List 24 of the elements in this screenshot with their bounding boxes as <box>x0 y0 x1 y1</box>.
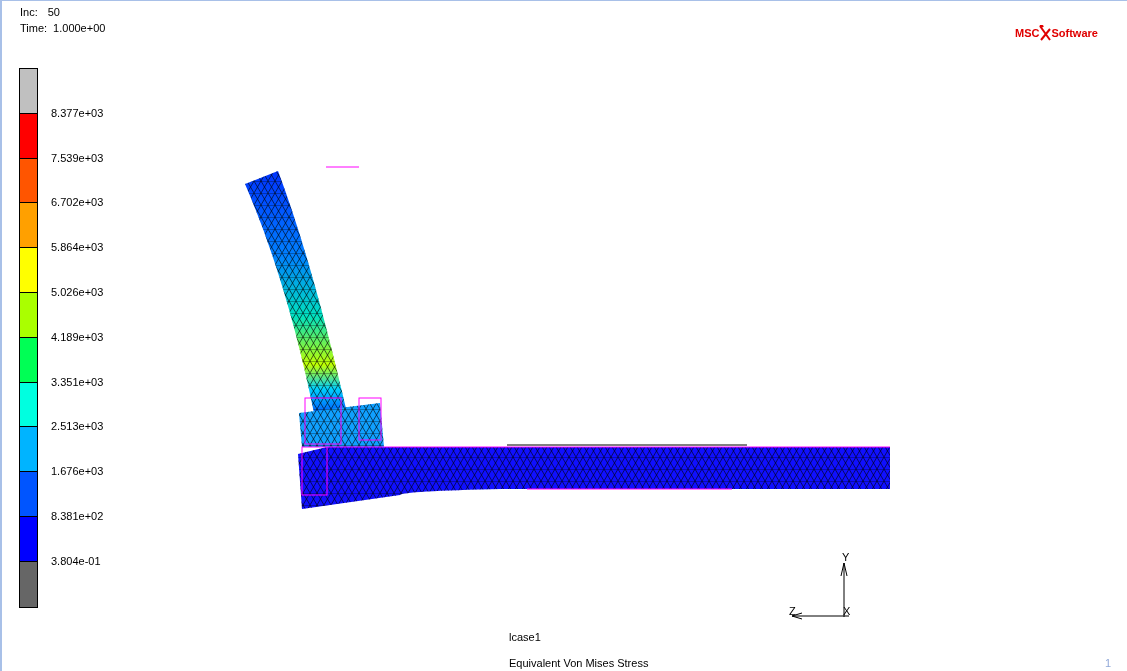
legend-value: 3.351e+03 <box>51 375 104 388</box>
legend-value: 8.377e+03 <box>51 106 104 119</box>
legend-value: 5.026e+03 <box>51 286 104 298</box>
legend-value: 2.513e+03 <box>51 420 104 433</box>
logo-text: Software <box>1051 26 1098 40</box>
y-axis-label: Y <box>842 550 850 565</box>
time-label: Time: <box>20 21 48 36</box>
legend-value: 8.381e+02 <box>51 510 104 522</box>
increment-value: 50 <box>47 5 60 20</box>
legend-value: 7.539e+03 <box>51 151 104 164</box>
legend-value: 6.702e+03 <box>51 196 104 209</box>
legend-value: 5.864e+03 <box>51 241 104 254</box>
load-case-label: lcase1 <box>509 630 541 645</box>
z-axis-label: Z <box>789 604 796 619</box>
time-value: 1.000e+00 <box>53 21 106 36</box>
swoosh-icon <box>1039 25 1052 41</box>
legend-value: 1.676e+03 <box>51 465 104 478</box>
logo-text: MSC <box>1015 26 1040 40</box>
result-name-label: Equivalent Von Mises Stress <box>509 656 649 671</box>
x-axis-label: X <box>843 604 851 619</box>
legend-value: 4.189e+03 <box>51 330 104 343</box>
increment-label: Inc: <box>20 5 38 20</box>
legend-value: 3.804e-01 <box>51 554 101 567</box>
viewport-number: 1 <box>1105 656 1112 671</box>
